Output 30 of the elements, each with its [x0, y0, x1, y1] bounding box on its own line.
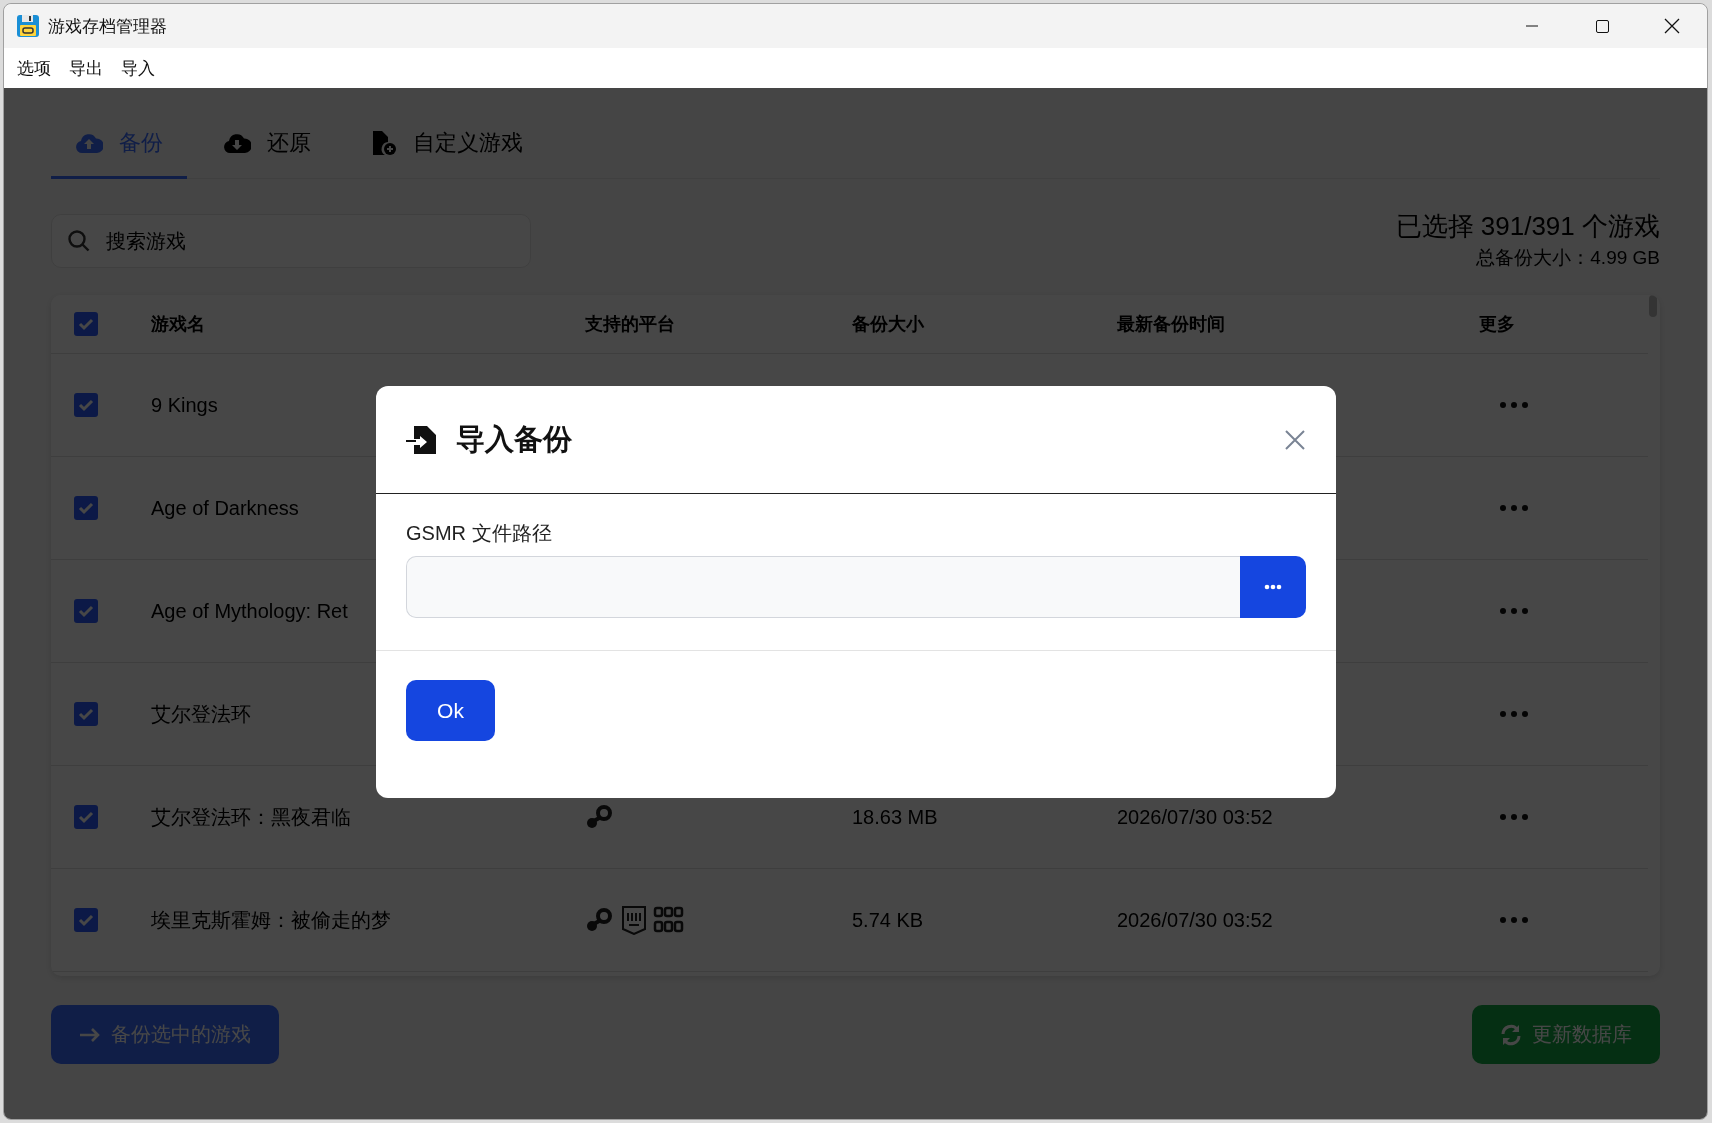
column-header: 最新备份时间 — [1117, 313, 1225, 336]
field-label: GSMR 文件路径 — [406, 521, 553, 546]
file-path-field[interactable] — [406, 556, 1240, 618]
menu-item[interactable]: 导入 — [117, 56, 164, 80]
menu-item[interactable]: 选项 — [13, 56, 60, 80]
game-name: Age of Mythology: Ret — [151, 599, 348, 623]
close-icon[interactable] — [1664, 18, 1680, 34]
game-name: 艾尔登法环：黑夜君临 — [151, 804, 351, 830]
game-name: Age of Darkness — [151, 496, 299, 520]
backup-size: 18.63 MB — [852, 805, 938, 828]
column-header: 支持的平台 — [585, 313, 675, 336]
column-header: 备份大小 — [852, 313, 924, 336]
maximize-icon[interactable] — [1595, 19, 1609, 33]
total-size: 总备份大小：4.99 GB — [1476, 246, 1660, 270]
browse-button[interactable] — [1240, 556, 1306, 618]
game-name: 9 Kings — [151, 393, 218, 417]
selected-count: 已选择 391/391 个游戏 — [1395, 210, 1660, 243]
game-name: 艾尔登法环 — [151, 701, 251, 727]
backup-time: 2026/07/30 03:52 — [1117, 908, 1273, 931]
file-import-icon — [406, 424, 438, 455]
column-header: 游戏名 — [151, 313, 205, 336]
ok-button[interactable]: Ok — [406, 680, 495, 741]
backup-time: 2026/07/30 03:52 — [1117, 805, 1273, 828]
backup-size: 5.74 KB — [852, 908, 924, 931]
dialog-title: 导入备份 — [456, 421, 573, 457]
game-name: 埃里克斯霍姆：被偷走的梦 — [151, 907, 391, 933]
more-icon — [1264, 584, 1282, 590]
menu-item[interactable]: 导出 — [65, 56, 112, 80]
column-header: 更多 — [1479, 313, 1515, 336]
window-title: 游戏存档管理器 — [48, 15, 167, 38]
